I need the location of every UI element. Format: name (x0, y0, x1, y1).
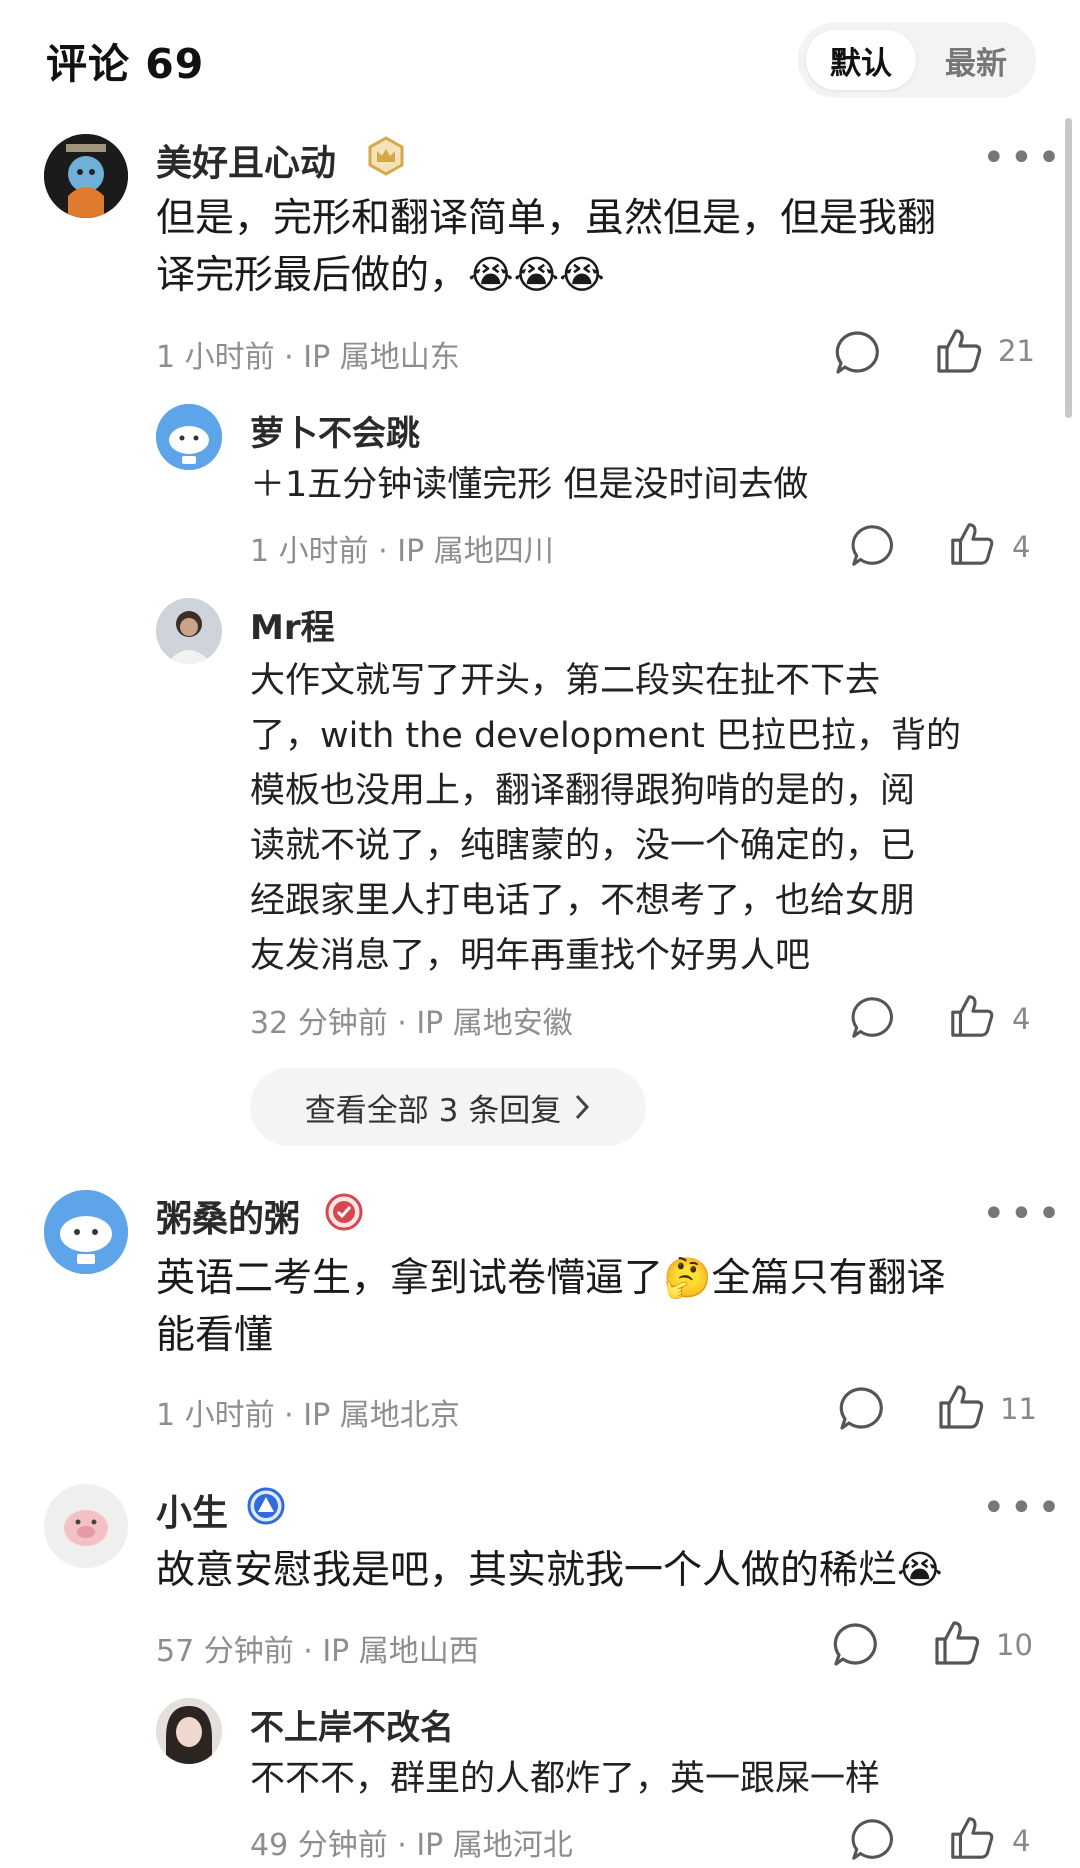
more-options-icon[interactable]: ••• (982, 1488, 1065, 1528)
reply-icon[interactable] (830, 1620, 880, 1674)
reply-icon[interactable] (848, 994, 896, 1046)
like-count: 4 (1012, 1824, 1031, 1858)
like-count: 21 (998, 334, 1035, 368)
view-all-replies-label: 查看全部 3 条回复 (304, 1092, 562, 1129)
reply-text: 大作文就写了开头，第二段实在扯不下去 了，with the developmen… (250, 661, 961, 976)
comment-username[interactable]: 小生 (156, 1484, 228, 1536)
like-icon[interactable] (934, 326, 984, 380)
level-badge-icon (246, 1486, 286, 1530)
comment-text: 英语二考生，拿到试卷懵逼了🤔全篇只有翻译 能看懂 (156, 1256, 946, 1358)
reply-text: ＋1五分钟读懂完形 但是没时间去做 (250, 465, 809, 505)
comment-username[interactable]: 粥桑的粥 (156, 1190, 300, 1242)
avatar[interactable] (156, 1698, 222, 1764)
comment-username[interactable]: 美好且心动 (156, 134, 336, 186)
reply-icon[interactable] (836, 1384, 886, 1438)
like-count: 11 (1000, 1392, 1037, 1426)
more-options-icon[interactable]: ••• (982, 1194, 1065, 1234)
like-icon[interactable] (948, 992, 996, 1044)
avatar[interactable] (44, 134, 128, 218)
like-count: 4 (1012, 530, 1031, 564)
sort-default-tab[interactable]: 默认 (806, 30, 916, 90)
reply-username[interactable]: Mr程 (250, 600, 335, 649)
comment-meta: 1 小时前 · IP 属地北京 (156, 1398, 460, 1433)
like-icon[interactable] (948, 1814, 996, 1866)
reply-meta: 32 分钟前 · IP 属地安徽 (250, 1006, 573, 1041)
sort-latest-tab[interactable]: 最新 (924, 30, 1028, 90)
avatar[interactable] (156, 404, 222, 470)
like-icon[interactable] (932, 1618, 982, 1672)
reply-text: 不不不，群里的人都炸了，英一跟屎一样 (250, 1759, 881, 1799)
like-count: 10 (996, 1628, 1033, 1662)
reply-meta: 49 分钟前 · IP 属地河北 (250, 1828, 573, 1863)
comment-meta: 1 小时前 · IP 属地山东 (156, 340, 460, 375)
reply-icon[interactable] (848, 522, 896, 574)
comments-count-title: 评论 69 (46, 40, 205, 88)
like-icon[interactable] (936, 1382, 986, 1436)
reply-icon[interactable] (848, 1816, 896, 1868)
view-all-replies-button[interactable]: 查看全部 3 条回复 (250, 1068, 646, 1146)
avatar[interactable] (156, 598, 222, 664)
crown-badge-icon (366, 136, 406, 180)
reply-icon[interactable] (832, 328, 882, 382)
comment-meta: 57 分钟前 · IP 属地山西 (156, 1634, 479, 1669)
avatar[interactable] (44, 1484, 128, 1568)
scrollbar[interactable] (1065, 118, 1072, 418)
reply-username[interactable]: 萝卜不会跳 (250, 406, 420, 455)
comment-text: 故意安慰我是吧，其实就我一个人做的稀烂😭 (156, 1548, 943, 1593)
more-options-icon[interactable]: ••• (982, 138, 1065, 178)
chevron-right-icon (576, 1094, 590, 1120)
like-icon[interactable] (948, 520, 996, 572)
reply-username[interactable]: 不上岸不改名 (250, 1700, 454, 1749)
comment-text: 但是，完形和翻译简单，虽然但是，但是我翻 译完形最后做的，😭😭😭 (156, 196, 937, 298)
reply-meta: 1 小时前 · IP 属地四川 (250, 534, 554, 569)
like-count: 4 (1012, 1002, 1031, 1036)
check-badge-icon (324, 1192, 364, 1236)
avatar[interactable] (44, 1190, 128, 1274)
